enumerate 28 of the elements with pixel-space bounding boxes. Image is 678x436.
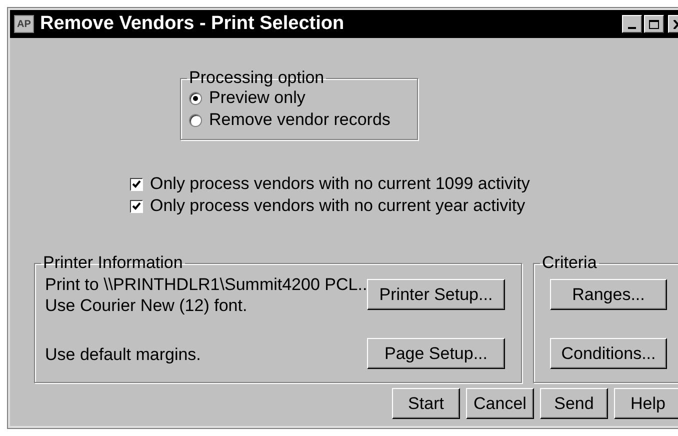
checkbox-label: Only process vendors with no current 1099 activity <box>150 174 530 194</box>
dialog-button[interactable]: Page Setup... <box>367 338 505 369</box>
dialog-button[interactable]: Cancel <box>466 388 534 419</box>
window-title: Remove Vendors - Print Selection <box>40 14 344 34</box>
radio-label: Remove vendor records <box>209 110 390 130</box>
checkbox-label: Only process vendors with no current year activity <box>150 196 526 216</box>
maximize-icon <box>649 20 659 28</box>
radio-button[interactable] <box>189 114 202 126</box>
font-text: Use Courier New (12) font. <box>45 296 248 316</box>
minimize-icon <box>628 27 636 29</box>
group-label: Processing option <box>188 68 326 88</box>
checkbox[interactable] <box>130 200 143 212</box>
dialog-button[interactable]: Help <box>614 388 678 419</box>
dialog-button[interactable]: Send <box>540 388 608 419</box>
app-icon: AP <box>14 15 34 33</box>
dialog-button[interactable]: Start <box>392 388 460 419</box>
dialog-button[interactable]: Conditions... <box>550 338 667 369</box>
group-label: Printer Information <box>42 253 184 273</box>
maximize-button[interactable] <box>644 15 664 33</box>
margins-text: Use default margins. <box>45 345 201 365</box>
printer-text: Print to \\PRINTHDLR1\Summit4200 PCL.. <box>45 275 368 295</box>
radio-button[interactable] <box>189 92 202 104</box>
dialog-button[interactable]: Ranges... <box>550 279 667 310</box>
group-label: Criteria <box>541 253 598 273</box>
dialog-button[interactable]: Printer Setup... <box>367 279 505 310</box>
checkbox[interactable] <box>130 178 143 190</box>
minimize-button[interactable] <box>622 15 642 33</box>
radio-label: Preview only <box>209 88 306 108</box>
